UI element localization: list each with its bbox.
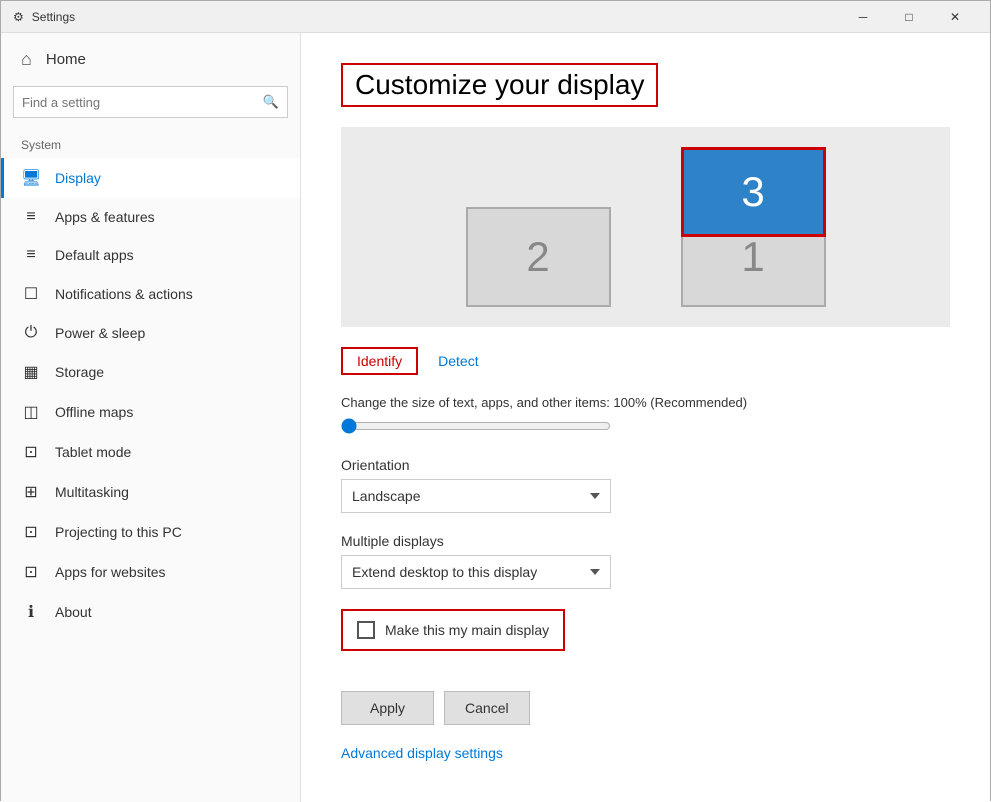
tablet-icon: ⊡ [21, 442, 41, 462]
display-icon: 🖥 [21, 168, 41, 188]
sidebar-item-notifications-actions[interactable]: ☐ Notifications & actions [1, 274, 300, 314]
titlebar-left: ⚙ Settings [13, 10, 75, 24]
default-apps-icon: ≡ [21, 246, 41, 264]
apply-button[interactable]: Apply [341, 691, 434, 725]
settings-icon: ⚙ [13, 10, 24, 24]
sidebar-item-default-apps[interactable]: ≡ Default apps [1, 236, 300, 274]
page-title: Customize your display [341, 63, 658, 107]
multiple-displays-select[interactable]: Extend desktop to this display Duplicate… [341, 555, 611, 589]
maximize-button[interactable]: □ [886, 1, 932, 33]
monitor-1-label: 1 [741, 233, 764, 281]
apps-features-icon: ≡ [21, 208, 41, 226]
multitasking-icon: ⊞ [21, 482, 41, 502]
sidebar-section-label: System [1, 130, 300, 158]
app-body: ⌂ Home 🔍 System 🖥 Display ≡ Apps & featu… [1, 33, 990, 802]
monitor-3[interactable]: 3 [681, 147, 826, 237]
orientation-row: Orientation Landscape Portrait Landscape… [341, 457, 950, 513]
advanced-display-settings-link[interactable]: Advanced display settings [341, 745, 503, 761]
sidebar-item-about[interactable]: ℹ About [1, 592, 300, 632]
content-area: Customize your display 2 1 3 Identify De… [301, 33, 990, 802]
minimize-button[interactable]: ─ [840, 1, 886, 33]
sidebar-item-label-multitasking: Multitasking [55, 484, 129, 500]
power-icon: ⏻ [21, 324, 41, 342]
monitor-2-label: 2 [526, 233, 549, 281]
text-size-label: Change the size of text, apps, and other… [341, 395, 950, 410]
search-input[interactable] [22, 95, 263, 110]
orientation-label: Orientation [341, 457, 950, 473]
search-box[interactable]: 🔍 [13, 86, 288, 118]
text-size-slider[interactable] [341, 418, 611, 434]
main-display-checkbox-text: Make this my main display [385, 622, 549, 638]
text-size-setting: Change the size of text, apps, and other… [341, 395, 950, 437]
sidebar-item-multitasking[interactable]: ⊞ Multitasking [1, 472, 300, 512]
detect-link[interactable]: Detect [438, 353, 478, 369]
monitor-3-label: 3 [741, 168, 764, 216]
close-button[interactable]: ✕ [932, 1, 978, 33]
sidebar-item-label-apps-websites: Apps for websites [55, 564, 166, 580]
home-label: Home [46, 51, 86, 68]
home-icon: ⌂ [21, 49, 32, 70]
sidebar-item-label-apps-features: Apps & features [55, 209, 155, 225]
main-display-checkbox-label[interactable]: Make this my main display [341, 609, 565, 651]
multiple-displays-label: Multiple displays [341, 533, 950, 549]
cancel-button[interactable]: Cancel [444, 691, 530, 725]
action-buttons: Apply Cancel [341, 691, 950, 725]
notifications-icon: ☐ [21, 284, 41, 304]
sidebar-item-tablet-mode[interactable]: ⊡ Tablet mode [1, 432, 300, 472]
sidebar-item-power-sleep[interactable]: ⏻ Power & sleep [1, 314, 300, 352]
sidebar-item-label-default-apps: Default apps [55, 247, 134, 263]
maps-icon: ◫ [21, 402, 41, 422]
display-preview: 2 1 3 [341, 127, 950, 327]
sidebar-item-label-notifications-actions: Notifications & actions [55, 286, 193, 302]
sidebar-item-apps-websites[interactable]: ⊡ Apps for websites [1, 552, 300, 592]
about-icon: ℹ [21, 602, 41, 622]
monitor-group: 2 1 3 [466, 147, 826, 307]
sidebar-item-display[interactable]: 🖥 Display [1, 158, 300, 198]
app-title: Settings [32, 10, 75, 24]
sidebar-item-storage[interactable]: ▦ Storage [1, 352, 300, 392]
search-icon: 🔍 [263, 94, 279, 110]
titlebar-controls: ─ □ ✕ [840, 1, 978, 33]
projecting-icon: ⊡ [21, 522, 41, 542]
sidebar-item-label-about: About [55, 604, 92, 620]
sidebar-item-label-storage: Storage [55, 364, 104, 380]
main-display-checkbox[interactable] [357, 621, 375, 639]
orientation-select[interactable]: Landscape Portrait Landscape (flipped) P… [341, 479, 611, 513]
titlebar: ⚙ Settings ─ □ ✕ [1, 1, 990, 33]
identify-button[interactable]: Identify [341, 347, 418, 375]
sidebar-item-projecting[interactable]: ⊡ Projecting to this PC [1, 512, 300, 552]
sidebar-item-label-offline-maps: Offline maps [55, 404, 133, 420]
monitor-2[interactable]: 2 [466, 207, 611, 307]
identify-detect-row: Identify Detect [341, 347, 950, 375]
sidebar-item-apps-features[interactable]: ≡ Apps & features [1, 198, 300, 236]
sidebar-item-label-display: Display [55, 170, 101, 186]
sidebar-item-label-power-sleep: Power & sleep [55, 325, 145, 341]
sidebar-item-label-tablet-mode: Tablet mode [55, 444, 131, 460]
sidebar: ⌂ Home 🔍 System 🖥 Display ≡ Apps & featu… [1, 33, 301, 802]
sidebar-item-home[interactable]: ⌂ Home [1, 33, 300, 86]
multiple-displays-row: Multiple displays Extend desktop to this… [341, 533, 950, 589]
main-display-checkbox-wrapper: Make this my main display [341, 609, 950, 671]
storage-icon: ▦ [21, 362, 41, 382]
apps-websites-icon: ⊡ [21, 562, 41, 582]
sidebar-item-label-projecting: Projecting to this PC [55, 524, 182, 540]
sidebar-item-offline-maps[interactable]: ◫ Offline maps [1, 392, 300, 432]
